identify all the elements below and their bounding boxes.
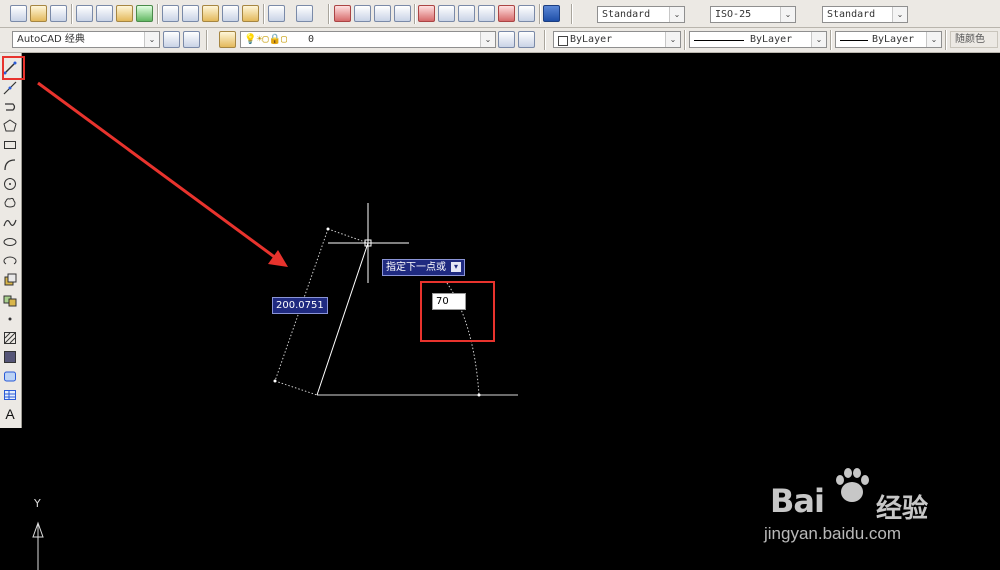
table-style-select[interactable]: Standard ⌄ [822, 6, 908, 23]
zoom-realtime-icon[interactable] [354, 5, 371, 22]
lineweight-preview [840, 40, 868, 41]
save-workspace-icon[interactable] [183, 31, 200, 48]
cut-icon[interactable] [162, 5, 179, 22]
point-icon[interactable] [2, 311, 18, 327]
redo-icon[interactable] [296, 5, 313, 22]
plot-preview-icon[interactable] [96, 5, 113, 22]
sheet-set-icon[interactable] [478, 5, 495, 22]
layer-previous-icon[interactable] [518, 31, 535, 48]
lineweight-control-select[interactable]: ByLayer ⌄ [835, 31, 942, 48]
annotation-box-angle [420, 281, 495, 342]
match-properties-icon[interactable] [222, 5, 239, 22]
color-swatch [558, 36, 568, 46]
markup-icon[interactable] [498, 5, 515, 22]
dimension-extension-line [327, 228, 369, 244]
layer-select[interactable]: 💡☀▢🔒▢ 0 ⌄ [240, 31, 496, 48]
multiline-text-icon[interactable]: A [2, 406, 18, 422]
command-prompt-tooltip: 指定下一点或 ▾ [382, 259, 465, 276]
workspace-settings-icon[interactable] [163, 31, 180, 48]
3d-dwf-icon[interactable] [136, 5, 153, 22]
pan-icon[interactable] [334, 5, 351, 22]
polygon-icon[interactable] [2, 118, 18, 134]
workspace-select[interactable]: AutoCAD 经典 ⌄ [12, 31, 160, 48]
dimension-style-select[interactable]: ISO-25 ⌄ [710, 6, 796, 23]
standard-toolbar: Standard ⌄ ISO-25 ⌄ Standard ⌄ [0, 0, 1000, 28]
region-icon[interactable] [2, 368, 18, 384]
dim-style-icon [690, 5, 707, 22]
hatch-icon[interactable] [2, 330, 18, 346]
calculator-icon[interactable] [518, 5, 535, 22]
watermark-brand: Bai [770, 482, 825, 520]
revision-cloud-icon[interactable] [2, 195, 18, 211]
color-control-select[interactable]: ByLayer ⌄ [553, 31, 681, 48]
table-icon[interactable] [2, 387, 18, 403]
text-style-select[interactable]: Standard ⌄ [597, 6, 685, 23]
layer-manager-icon[interactable] [219, 31, 236, 48]
length-tooltip: 200.0751 [272, 297, 328, 314]
watermark-url: jingyan.baidu.com [764, 524, 902, 543]
baidu-paw-icon [836, 468, 869, 502]
make-object-layer-current-icon[interactable] [498, 31, 515, 48]
plot-style-select[interactable]: 随颜色 [950, 31, 998, 48]
polyline-icon[interactable] [2, 99, 18, 115]
construction-line-icon[interactable] [2, 80, 18, 96]
design-center-icon[interactable] [438, 5, 455, 22]
help-icon[interactable] [543, 5, 560, 22]
annotation-box-line-tool [2, 56, 25, 80]
rectangle-icon[interactable] [2, 137, 18, 153]
watermark-brand-suffix: 经验 [876, 494, 929, 524]
tool-palettes-icon[interactable] [458, 5, 475, 22]
circle-icon[interactable] [2, 176, 18, 192]
print-icon[interactable] [76, 5, 93, 22]
text-style-icon [578, 5, 595, 22]
insert-block-icon[interactable] [2, 272, 18, 288]
open-file-icon[interactable] [30, 5, 47, 22]
zoom-previous-icon[interactable] [394, 5, 411, 22]
angle-input[interactable]: 70 [432, 293, 466, 310]
undo-icon[interactable] [268, 5, 285, 22]
ucs-y-label: Y [34, 497, 41, 510]
ellipse-icon[interactable] [2, 234, 18, 250]
linetype-preview [694, 40, 744, 41]
make-block-icon[interactable] [2, 292, 18, 308]
publish-icon[interactable] [116, 5, 133, 22]
new-file-icon[interactable] [10, 5, 27, 22]
ellipse-arc-icon[interactable] [2, 253, 18, 269]
prompt-options-arrow-icon[interactable]: ▾ [451, 262, 461, 272]
layers-properties-toolbar: AutoCAD 经典 ⌄ 💡☀▢🔒▢ 0 ⌄ ByLayer ⌄ ByLayer ⌄ By… [0, 28, 1000, 53]
table-style-icon [802, 5, 819, 22]
gradient-icon[interactable] [2, 349, 18, 365]
linetype-control-select[interactable]: ByLayer ⌄ [689, 31, 827, 48]
paste-icon[interactable] [202, 5, 219, 22]
annotation-arrow-line [37, 81, 281, 263]
arc-icon[interactable] [2, 157, 18, 173]
spline-icon[interactable] [2, 215, 18, 231]
draw-toolbar: A [0, 53, 22, 428]
rubberband-line [316, 242, 369, 396]
properties-icon[interactable] [418, 5, 435, 22]
copy-icon[interactable] [182, 5, 199, 22]
zoom-window-icon[interactable] [374, 5, 391, 22]
block-editor-icon[interactable] [242, 5, 259, 22]
save-icon[interactable] [50, 5, 67, 22]
layer-state-icons: 💡☀▢🔒▢ [244, 34, 287, 45]
